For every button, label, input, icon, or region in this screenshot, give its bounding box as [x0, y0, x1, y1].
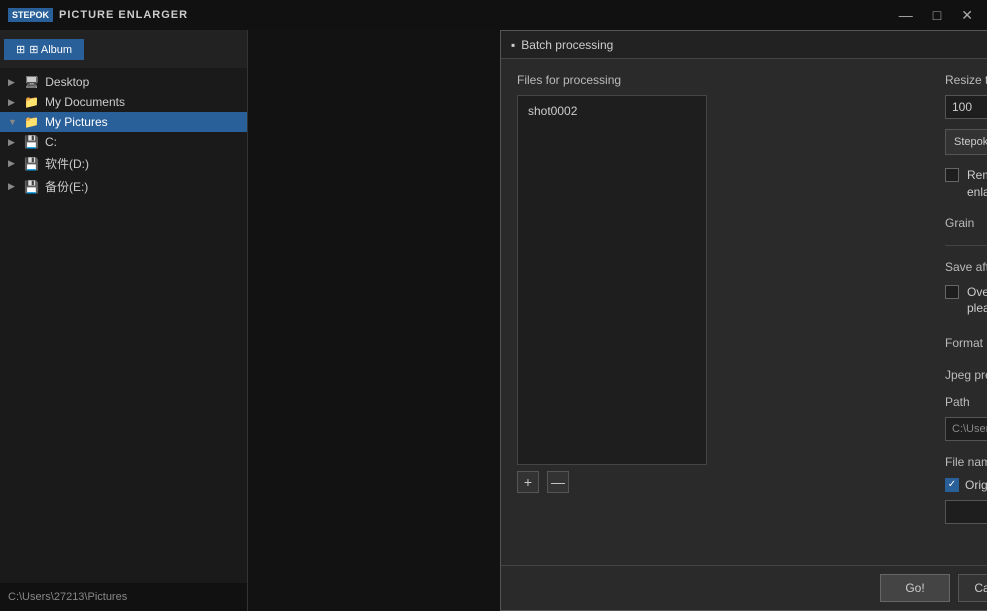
arrow-icon: ▶	[8, 77, 18, 88]
resize-label: Resize to	[945, 73, 987, 87]
resize-row: in percent (%) ▼	[945, 95, 987, 119]
album-label: ⊞ Album	[29, 43, 72, 56]
arrow-icon: ▼	[8, 117, 18, 127]
jpeg-preset-label: Jpeg preset	[945, 368, 987, 382]
overwrite-row: Overwrite original file. For RAW photos,…	[945, 284, 987, 318]
overwrite-label: Overwrite original file. For RAW photos,…	[967, 284, 987, 318]
original-label: Original	[965, 478, 987, 492]
save-section-label: Save after processing	[945, 260, 987, 274]
arrow-icon: ▶	[8, 158, 18, 169]
album-icon: ⊞	[16, 43, 25, 56]
noise-label: Remove noise and JPEG artifact before en…	[967, 167, 987, 201]
folder-icon: 🖥	[24, 75, 39, 89]
files-list[interactable]: shot0002	[517, 95, 707, 465]
dialog-title-label: Batch processing	[521, 38, 613, 52]
naming-original-row: ✓ Original + Number +	[945, 477, 987, 492]
files-bottom-toolbar: + —	[517, 471, 707, 493]
sidebar-status: C:\Users\27213\Pictures	[0, 583, 247, 611]
sidebar: ⊞ ⊞ Album ▶ 🖥 Desktop ▶ 📁 My Documents ▼…	[0, 30, 248, 611]
jpeg-preset-row: Jpeg preset Default (maximum qualit.. ▼ …	[945, 363, 987, 387]
drive-icon: 💾	[24, 180, 39, 194]
suffix-row: As subfix ▼	[945, 500, 987, 524]
settings-section: Resize to in percent (%) ▼ Stepok small …	[945, 73, 987, 524]
title-bar: STEPOK PICTURE ENLARGER — □ ✕	[0, 0, 987, 30]
dialog-footer: Go! Cancel	[501, 565, 987, 610]
format-row: Format Jpeg file(*.jpg) ▼	[945, 331, 987, 355]
sidebar-item-label: 软件(D:)	[45, 155, 89, 172]
cancel-button[interactable]: Cancel	[958, 574, 987, 602]
go-button[interactable]: Go!	[880, 574, 950, 602]
logo-box: STEPOK	[8, 8, 53, 23]
main-content: ❓ Help Abc ⊞ ⊟ ▲ ▼	[248, 30, 987, 611]
dialog-title-text: ▪ Batch processing	[511, 38, 613, 52]
file-item: shot0002	[524, 102, 700, 120]
maximize-button[interactable]: □	[927, 5, 947, 25]
minimize-button[interactable]: —	[893, 5, 919, 25]
files-section: Files for processing shot0002 + —	[517, 73, 707, 524]
files-section-label: Files for processing	[517, 73, 707, 87]
sidebar-item-label: 备份(E:)	[45, 178, 88, 195]
sidebar-item-label: C:	[45, 135, 57, 149]
sidebar-bottom-toolbar	[0, 551, 247, 583]
sidebar-item-my-pictures[interactable]: ▼ 📁 My Pictures	[0, 112, 247, 132]
sidebar-item-label: Desktop	[45, 75, 89, 89]
sidebar-item-my-documents[interactable]: ▶ 📁 My Documents	[0, 92, 247, 112]
sidebar-item-label: My Documents	[45, 95, 125, 109]
sidebar-item-label: My Pictures	[45, 115, 108, 129]
resize-input[interactable]	[945, 95, 987, 119]
sidebar-item-c[interactable]: ▶ 💾 C:	[0, 132, 247, 152]
drive-icon: 💾	[24, 135, 39, 149]
batch-processing-dialog: ▪ Batch processing ✕ Files for processin…	[500, 30, 987, 611]
album-button[interactable]: ⊞ ⊞ Album	[4, 39, 84, 60]
app-title: PICTURE ENLARGER	[59, 9, 188, 21]
path-label: Path	[945, 395, 987, 409]
dialog-body: Files for processing shot0002 + — Resize…	[501, 59, 987, 610]
add-file-button[interactable]: +	[517, 471, 539, 493]
ai-network-row: Stepok small AI network ▼	[945, 129, 987, 155]
naming-label: File naming rules	[945, 455, 987, 469]
grain-label: Grain	[945, 216, 985, 230]
suffix-input[interactable]	[945, 500, 987, 524]
folder-icon: 📁	[24, 95, 39, 109]
drive-icon: 💾	[24, 157, 39, 171]
noise-checkbox[interactable]	[945, 168, 959, 182]
path-input[interactable]	[945, 417, 987, 441]
file-tree: ▶ 🖥 Desktop ▶ 📁 My Documents ▼ 📁 My Pict…	[0, 68, 247, 202]
title-bar-controls: — □ ✕	[893, 5, 979, 26]
folder-icon: 📁	[24, 115, 39, 129]
sidebar-item-desktop[interactable]: ▶ 🖥 Desktop	[0, 72, 247, 92]
close-button[interactable]: ✕	[955, 5, 979, 26]
app-window: STEPOK PICTURE ENLARGER — □ ✕ ⊞ ⊞ Album …	[0, 0, 987, 611]
ai-network-label: Stepok small AI network	[954, 136, 987, 148]
sidebar-item-e[interactable]: ▶ 💾 备份(E:)	[0, 175, 247, 198]
app-logo: STEPOK PICTURE ENLARGER	[8, 8, 188, 23]
sidebar-item-d[interactable]: ▶ 💾 软件(D:)	[0, 152, 247, 175]
original-checkbox[interactable]: ✓	[945, 478, 959, 492]
sidebar-toolbar: ⊞ ⊞ Album	[0, 30, 247, 68]
path-input-row: ...	[945, 417, 987, 441]
noise-checkbox-row: Remove noise and JPEG artifact before en…	[945, 167, 987, 201]
status-path: C:\Users\27213\Pictures	[8, 591, 127, 603]
arrow-icon: ▶	[8, 181, 18, 192]
grain-row: Grain — + 15	[945, 213, 987, 246]
dialog-title-bar: ▪ Batch processing ✕	[501, 31, 987, 59]
dialog-title-icon: ▪	[511, 38, 515, 52]
remove-file-button[interactable]: —	[547, 471, 569, 493]
arrow-icon: ▶	[8, 137, 18, 148]
ai-network-dropdown[interactable]: Stepok small AI network ▼	[945, 129, 987, 155]
format-label: Format	[945, 336, 987, 350]
arrow-icon: ▶	[8, 97, 18, 108]
overwrite-checkbox[interactable]	[945, 285, 959, 299]
path-row: Path ✓ File path	[945, 395, 987, 409]
